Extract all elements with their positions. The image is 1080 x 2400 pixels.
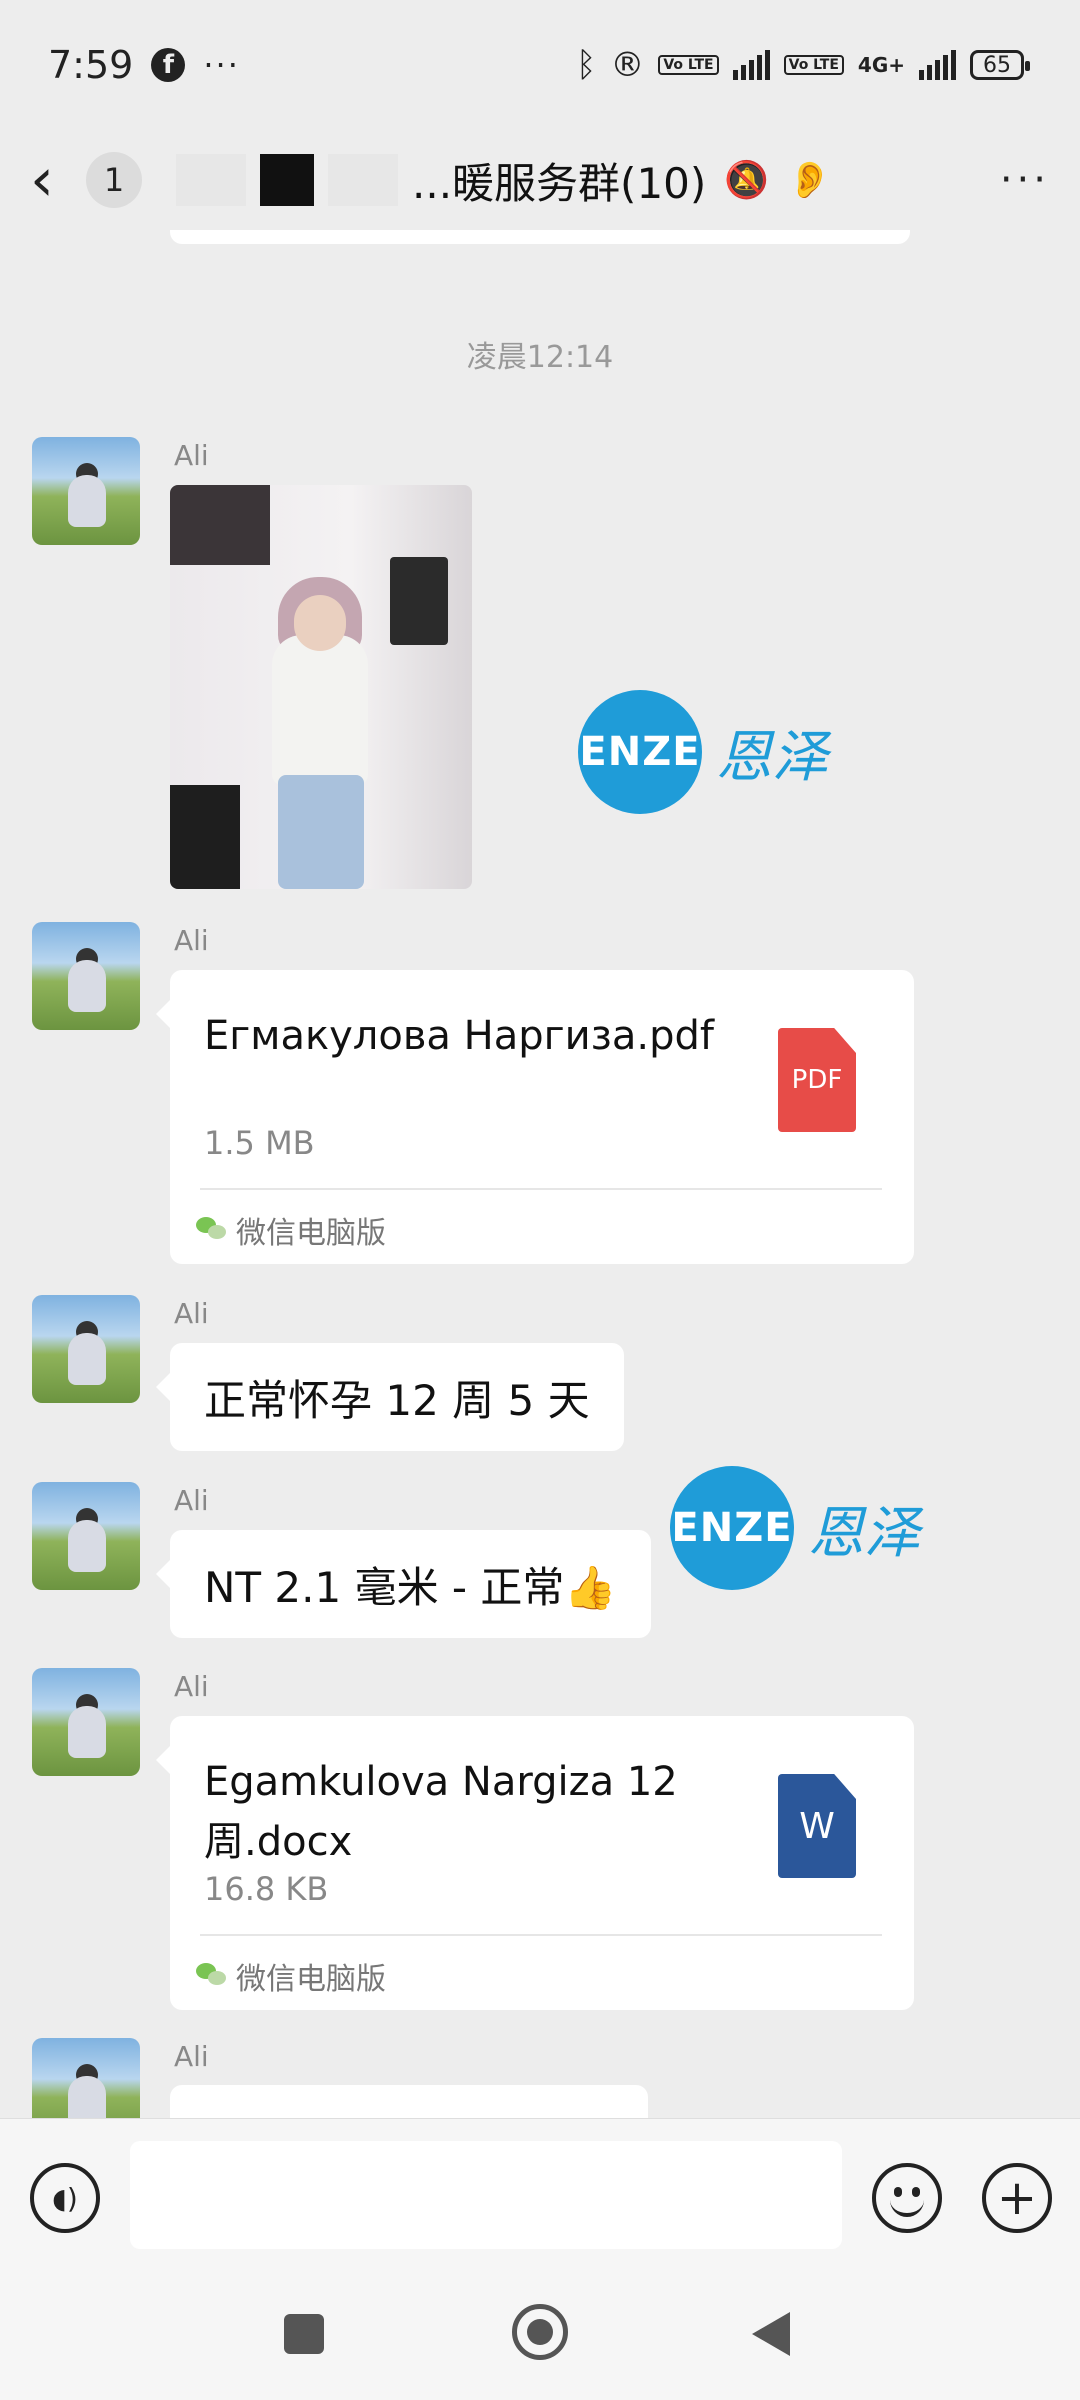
add-more-icon[interactable]: + [982,2163,1052,2233]
sender-name: Ali [174,1670,209,1703]
avatar[interactable] [32,1482,140,1590]
mute-bell-icon: 🔕 [724,160,770,201]
earpiece-icon: 👂 [787,160,832,201]
chat-messages[interactable]: 凌晨12:14 Ali ENZE 恩泽 Ali Егмакулова Нарги… [0,230,1080,2118]
divider [200,1934,882,1936]
text-message[interactable]: NT 2.1 毫米 - 正常👍 [156,1530,651,1638]
file-size: 16.8 KB [204,1870,329,1908]
avatar[interactable] [32,437,140,545]
system-nav-bar [0,2274,1080,2400]
chat-title-wrap[interactable]: ...暖服务群(10) [176,150,706,211]
previous-message-bubble[interactable] [170,230,910,244]
redacted-title-part-2 [328,154,398,206]
volte-icon-2: Vo LTE [783,55,844,75]
emoji-icon[interactable] [872,2163,942,2233]
time-divider: 凌晨12:14 [466,340,614,375]
chat-header: ‹ 1 ...暖服务群(10) 🔕 👂 ··· [0,130,1080,230]
file-source: 微信电脑版 [196,1954,386,1998]
signal-icon-2 [919,50,956,80]
bluetooth-icon: ᛒ [575,45,597,85]
sender-name: Ali [174,1484,209,1517]
input-bar: ◖) + [0,2118,1080,2274]
sender-name: Ali [174,2040,209,2073]
status-bar: 7:59 f ··· ᛒ ® Vo LTE Vo LTE 4G+ 65 [0,0,1080,130]
facebook-icon: f [151,48,186,82]
file-name: Егмакулова Наргиза.pdf [204,1013,714,1059]
recent-apps-icon[interactable] [284,2314,324,2354]
avatar[interactable] [32,2038,140,2118]
avatar[interactable] [32,922,140,1030]
avatar[interactable] [32,1668,140,1776]
signal-icon [732,50,770,80]
file-name: Egamkulova Nargiza 12 周.docx [204,1759,678,1865]
file-source-label: 微信电脑版 [236,1216,386,1251]
divider [200,1188,882,1190]
wechat-icon [196,1217,226,1243]
word-file-icon: W [778,1774,856,1878]
file-size: 1.5 MB [204,1124,315,1162]
wechat-icon [196,1963,226,1989]
back-arrow-icon[interactable]: ‹ [30,145,80,215]
message-input[interactable] [130,2141,842,2249]
file-message[interactable]: Egamkulova Nargiza 12 周.docx 16.8 KB W 微… [156,1716,914,2010]
redacted-title-part [176,154,246,206]
battery-icon: 65 [970,50,1030,80]
sender-name: Ali [174,924,209,957]
more-notifications-icon: ··· [203,46,240,84]
enze-watermark: ENZE 恩泽 [578,690,828,814]
network-type: 4G+ [857,53,905,77]
sender-name: Ali [174,439,209,472]
voice-input-icon[interactable]: ◖) [30,2163,100,2233]
more-options-icon[interactable]: ··· [1000,157,1050,203]
home-icon[interactable] [512,2304,568,2360]
enze-watermark: ENZE 恩泽 [670,1466,920,1590]
file-message[interactable]: Егмакулова Наргиза.pdf 1.5 MB PDF 微信电脑版 [156,970,914,1264]
file-source-label: 微信电脑版 [236,1962,386,1997]
text-message[interactable]: 正常怀孕 12 周 5 天 [156,1343,624,1451]
volte-icon: Vo LTE [658,55,719,75]
back-icon[interactable] [752,2312,790,2356]
file-source: 微信电脑版 [196,1208,386,1252]
sender-name: Ali [174,1297,209,1330]
partial-message-bubble[interactable] [170,2085,648,2118]
avatar[interactable] [32,1295,140,1403]
pdf-file-icon: PDF [778,1028,856,1132]
enze-logo-icon: ENZE [670,1466,794,1590]
enze-chinese-text: 恩泽 [808,1500,920,1566]
status-time: 7:59 [48,43,134,87]
registered-icon: ® [610,45,645,85]
redacted-title-block [260,154,314,206]
unread-count-badge[interactable]: 1 [86,152,142,208]
image-message[interactable] [170,485,472,889]
enze-chinese-text: 恩泽 [716,724,828,790]
enze-logo-icon: ENZE [578,690,702,814]
chat-title: ...暖服务群(10) [412,158,707,208]
